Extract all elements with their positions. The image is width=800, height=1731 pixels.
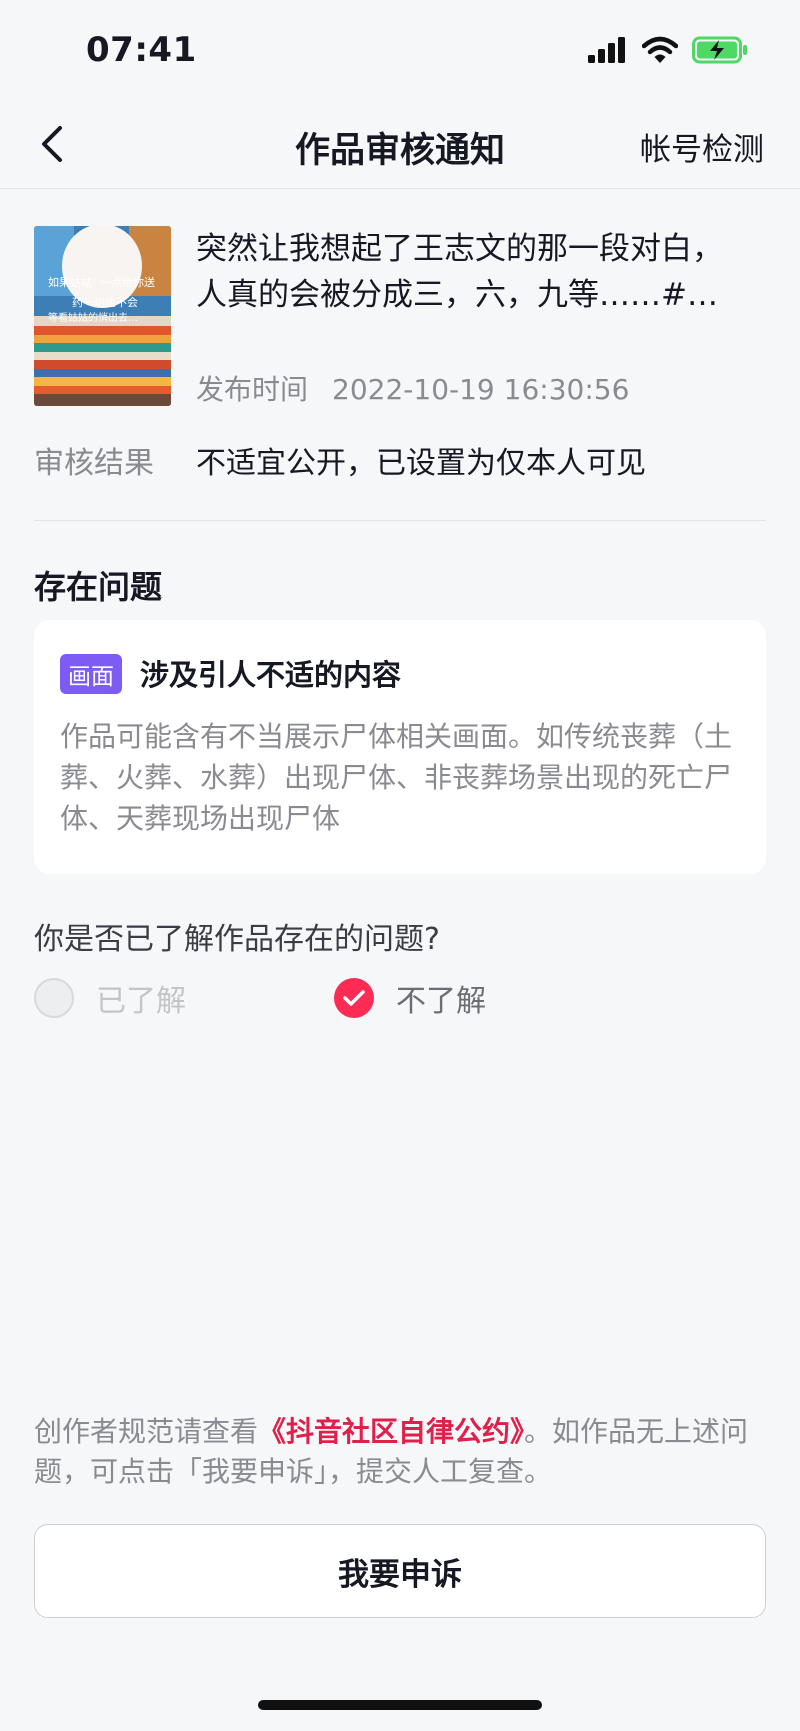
option-understood[interactable]: 已了解 — [34, 976, 186, 1020]
publish-time-value: 2022-10-19 16:30:56 — [332, 373, 630, 406]
work-title-line-1: 突然让我想起了王志文的那一段对白， — [196, 231, 723, 267]
thumbnail-caption-1: 如果姑姑 — [48, 275, 92, 289]
community-convention-link[interactable]: 《抖音社区自律公约》 — [258, 1415, 524, 1448]
issue-card: 画面 涉及引人不适的内容 作品可能含有不当展示尸体相关画面。如传统丧葬（土葬、火… — [34, 620, 766, 874]
review-result-row: 审核结果 不适宜公开，已设置为仅本人可见 — [34, 438, 646, 482]
appeal-button[interactable]: 我要申诉 — [34, 1524, 766, 1618]
review-result-label: 审核结果 — [34, 446, 154, 481]
work-title[interactable]: 突然让我想起了王志文的那一段对白， 人真的会被分成三，六，九等……#… — [196, 226, 756, 318]
status-bar: 07:41 — [0, 0, 800, 100]
publish-time-label: 发布时间 — [196, 373, 309, 406]
nav-bar: 作品审核通知 帐号检测 — [0, 100, 800, 189]
work-thumbnail[interactable]: 如果姑姑 一点给你送 药一切也不会 等看姑姑的悄出去… — [34, 226, 171, 406]
review-result-value: 不适宜公开，已设置为仅本人可见 — [196, 446, 646, 481]
thumbnail-caption-2: 一点给你送 — [100, 275, 155, 289]
home-indicator[interactable] — [258, 1700, 542, 1710]
understand-question: 你是否已了解作品存在的问题? — [34, 922, 440, 957]
divider — [34, 520, 766, 521]
footer-guideline-text: 创作者规范请查看《抖音社区自律公约》。如作品无上述问题，可点击「我要申诉」，提交… — [34, 1412, 766, 1492]
issue-description: 作品可能含有不当展示尸体相关画面。如传统丧葬（土葬、火葬、水葬）出现尸体、非丧葬… — [60, 720, 733, 835]
radio-unchecked-icon[interactable] — [34, 978, 74, 1018]
footer-text-before: 创作者规范请查看 — [34, 1415, 259, 1448]
option-not-understood-label: 不了解 — [396, 984, 486, 1019]
thumbnail-caption-4: 等看姑姑的悄出去… — [48, 311, 138, 324]
cellular-signal-icon — [588, 37, 625, 63]
issues-heading: 存在问题 — [34, 568, 163, 606]
issue-tag-badge: 画面 — [60, 654, 122, 694]
option-understood-label: 已了解 — [96, 984, 186, 1019]
status-icons — [588, 36, 748, 64]
thumbnail-caption-3: 药一切也不会 — [72, 296, 138, 309]
wifi-icon — [642, 36, 678, 63]
battery-charging-icon — [692, 36, 747, 64]
checkmark-icon — [343, 990, 365, 1006]
account-check-button[interactable]: 帐号检测 — [640, 124, 764, 169]
work-title-line-2: 人真的会被分成三，六，九等……#… — [196, 277, 718, 313]
thumbnail-image: 如果姑姑 一点给你送 药一切也不会 等看姑姑的悄出去… — [34, 226, 171, 406]
radio-checked-icon[interactable] — [334, 978, 374, 1018]
status-time: 07:41 — [86, 30, 197, 70]
publish-time-row: 发布时间 2022-10-19 16:30:56 — [196, 368, 629, 408]
issue-title: 涉及引人不适的内容 — [140, 658, 402, 692]
option-not-understood[interactable]: 不了解 — [334, 976, 486, 1020]
